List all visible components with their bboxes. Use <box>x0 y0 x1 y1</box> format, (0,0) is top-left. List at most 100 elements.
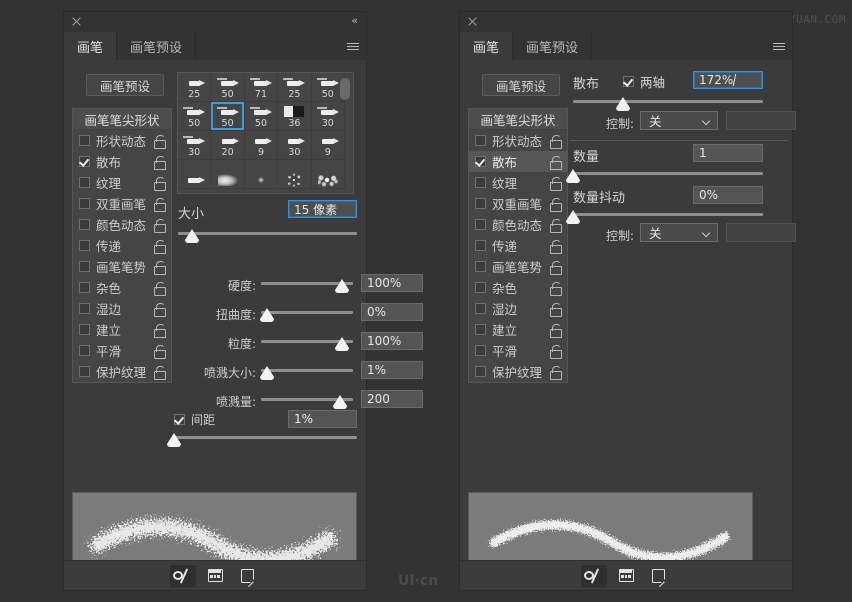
option-row-4[interactable]: 颜色动态 <box>73 214 171 235</box>
slider-thumb-2[interactable] <box>334 337 349 351</box>
option-checkbox[interactable] <box>475 156 486 167</box>
new-document-icon[interactable] <box>234 565 260 588</box>
brush-preset-cell[interactable]: 9 <box>311 131 345 160</box>
tab-brush-presets[interactable]: 画笔预设 <box>513 32 593 60</box>
slider-value-input-3[interactable]: 1% <box>361 361 423 379</box>
option-checkbox[interactable] <box>475 240 486 251</box>
brush-toggle-icon[interactable] <box>170 564 196 587</box>
brush-preset-cell[interactable]: 30 <box>278 131 312 160</box>
spacing-slider-thumb[interactable] <box>167 433 181 447</box>
tab-brush[interactable]: 画笔 <box>64 32 118 60</box>
option-checkbox[interactable] <box>79 282 90 293</box>
hamburger-menu-icon[interactable] <box>340 32 366 60</box>
lock-icon[interactable] <box>154 218 166 233</box>
brush-preset-cell[interactable]: 50 <box>211 102 245 131</box>
brush-preset-cell[interactable]: 25 <box>278 73 312 102</box>
lock-icon[interactable] <box>154 155 166 170</box>
lock-icon[interactable] <box>550 134 562 149</box>
slider-track-3[interactable] <box>261 369 353 372</box>
new-document-icon[interactable] <box>645 565 671 588</box>
brush-toggle-icon[interactable] <box>581 564 607 587</box>
option-row-1[interactable]: 散布 <box>469 151 567 172</box>
option-checkbox[interactable] <box>79 198 90 209</box>
spacing-checkbox-row[interactable]: 间距 <box>174 410 264 428</box>
lock-icon[interactable] <box>154 134 166 149</box>
brush-preset-cell[interactable]: 30 <box>178 131 212 160</box>
count-jitter-slider-track[interactable] <box>573 213 763 216</box>
brush-preset-cell[interactable] <box>244 160 279 189</box>
brush-preset-cell[interactable]: 30 <box>311 102 345 131</box>
both-axes-row[interactable]: 两轴 <box>623 72 693 90</box>
brush-preset-cell[interactable]: 50 <box>178 102 212 131</box>
count-slider-track[interactable] <box>573 172 763 175</box>
lock-icon[interactable] <box>154 260 166 275</box>
lock-icon[interactable] <box>550 197 562 212</box>
lock-icon[interactable] <box>550 239 562 254</box>
close-icon[interactable] <box>467 16 478 27</box>
slider-value-input-1[interactable]: 0% <box>361 303 423 321</box>
slider-track-1[interactable] <box>261 311 353 314</box>
option-row-6[interactable]: 画笔笔势 <box>469 256 567 277</box>
control-2-extra-field[interactable] <box>726 223 796 242</box>
option-row-7[interactable]: 杂色 <box>73 277 171 298</box>
lock-icon[interactable] <box>550 302 562 317</box>
panel-grid-icon[interactable] <box>202 565 228 587</box>
option-row-8[interactable]: 湿边 <box>73 298 171 319</box>
brush-presets-button[interactable]: 画笔预设 <box>86 74 164 96</box>
option-checkbox[interactable] <box>475 324 486 335</box>
brush-preset-grid[interactable]: 25 50 71 25 50 50 50 50 36 30 30 20 9 30 9 <box>177 72 354 194</box>
spacing-checkbox[interactable] <box>174 413 185 425</box>
lock-icon[interactable] <box>154 344 166 359</box>
slider-value-input-0[interactable]: 100% <box>361 274 423 292</box>
panel-grid-icon[interactable] <box>613 565 639 587</box>
option-checkbox[interactable] <box>475 366 486 377</box>
option-checkbox[interactable] <box>79 240 90 251</box>
option-checkbox[interactable] <box>475 177 486 188</box>
option-row-10[interactable]: 平滑 <box>73 340 171 361</box>
option-row-0[interactable]: 形状动态 <box>73 130 171 151</box>
option-row-6[interactable]: 画笔笔势 <box>73 256 171 277</box>
option-row-5[interactable]: 传递 <box>469 235 567 256</box>
lock-icon[interactable] <box>550 218 562 233</box>
option-row-2[interactable]: 纹理 <box>73 172 171 193</box>
brush-preset-cell[interactable] <box>178 160 212 189</box>
option-row-2[interactable]: 纹理 <box>469 172 567 193</box>
option-row-0[interactable]: 形状动态 <box>469 130 567 151</box>
option-list-header[interactable]: 画笔笔尖形状 <box>73 109 171 130</box>
brush-preset-cell[interactable] <box>211 160 245 189</box>
option-checkbox[interactable] <box>79 324 90 335</box>
option-checkbox[interactable] <box>79 219 90 230</box>
option-row-9[interactable]: 建立 <box>73 319 171 340</box>
brush-preset-cell[interactable]: 71 <box>244 73 279 102</box>
count-slider-thumb[interactable] <box>566 169 580 183</box>
option-checkbox[interactable] <box>79 366 90 377</box>
scatter-slider-thumb[interactable] <box>616 97 630 111</box>
lock-icon[interactable] <box>550 323 562 338</box>
option-checkbox[interactable] <box>79 303 90 314</box>
lock-icon[interactable] <box>550 281 562 296</box>
option-row-3[interactable]: 双重画笔 <box>73 193 171 214</box>
slider-thumb-3[interactable] <box>259 366 274 380</box>
brush-preset-cell[interactable]: 50 <box>211 73 245 102</box>
lock-icon[interactable] <box>154 239 166 254</box>
brush-presets-button[interactable]: 画笔预设 <box>482 74 560 96</box>
option-list-header[interactable]: 画笔笔尖形状 <box>469 109 567 130</box>
option-checkbox[interactable] <box>475 261 486 272</box>
option-checkbox[interactable] <box>475 345 486 356</box>
option-checkbox[interactable] <box>475 282 486 293</box>
slider-thumb-0[interactable] <box>334 279 349 293</box>
both-axes-checkbox[interactable] <box>623 75 634 87</box>
brush-preset-cell[interactable]: 20 <box>211 131 245 160</box>
option-row-11[interactable]: 保护纹理 <box>469 361 567 382</box>
option-checkbox[interactable] <box>475 198 486 209</box>
lock-icon[interactable] <box>550 344 562 359</box>
lock-icon[interactable] <box>550 176 562 191</box>
brush-preset-cell[interactable]: 25 <box>178 73 212 102</box>
hamburger-menu-icon[interactable] <box>766 32 792 60</box>
option-row-7[interactable]: 杂色 <box>469 277 567 298</box>
lock-icon[interactable] <box>550 155 562 170</box>
count-input[interactable]: 1 <box>693 144 763 162</box>
option-checkbox[interactable] <box>79 135 90 146</box>
size-slider-thumb[interactable] <box>185 229 199 243</box>
option-checkbox[interactable] <box>79 177 90 188</box>
